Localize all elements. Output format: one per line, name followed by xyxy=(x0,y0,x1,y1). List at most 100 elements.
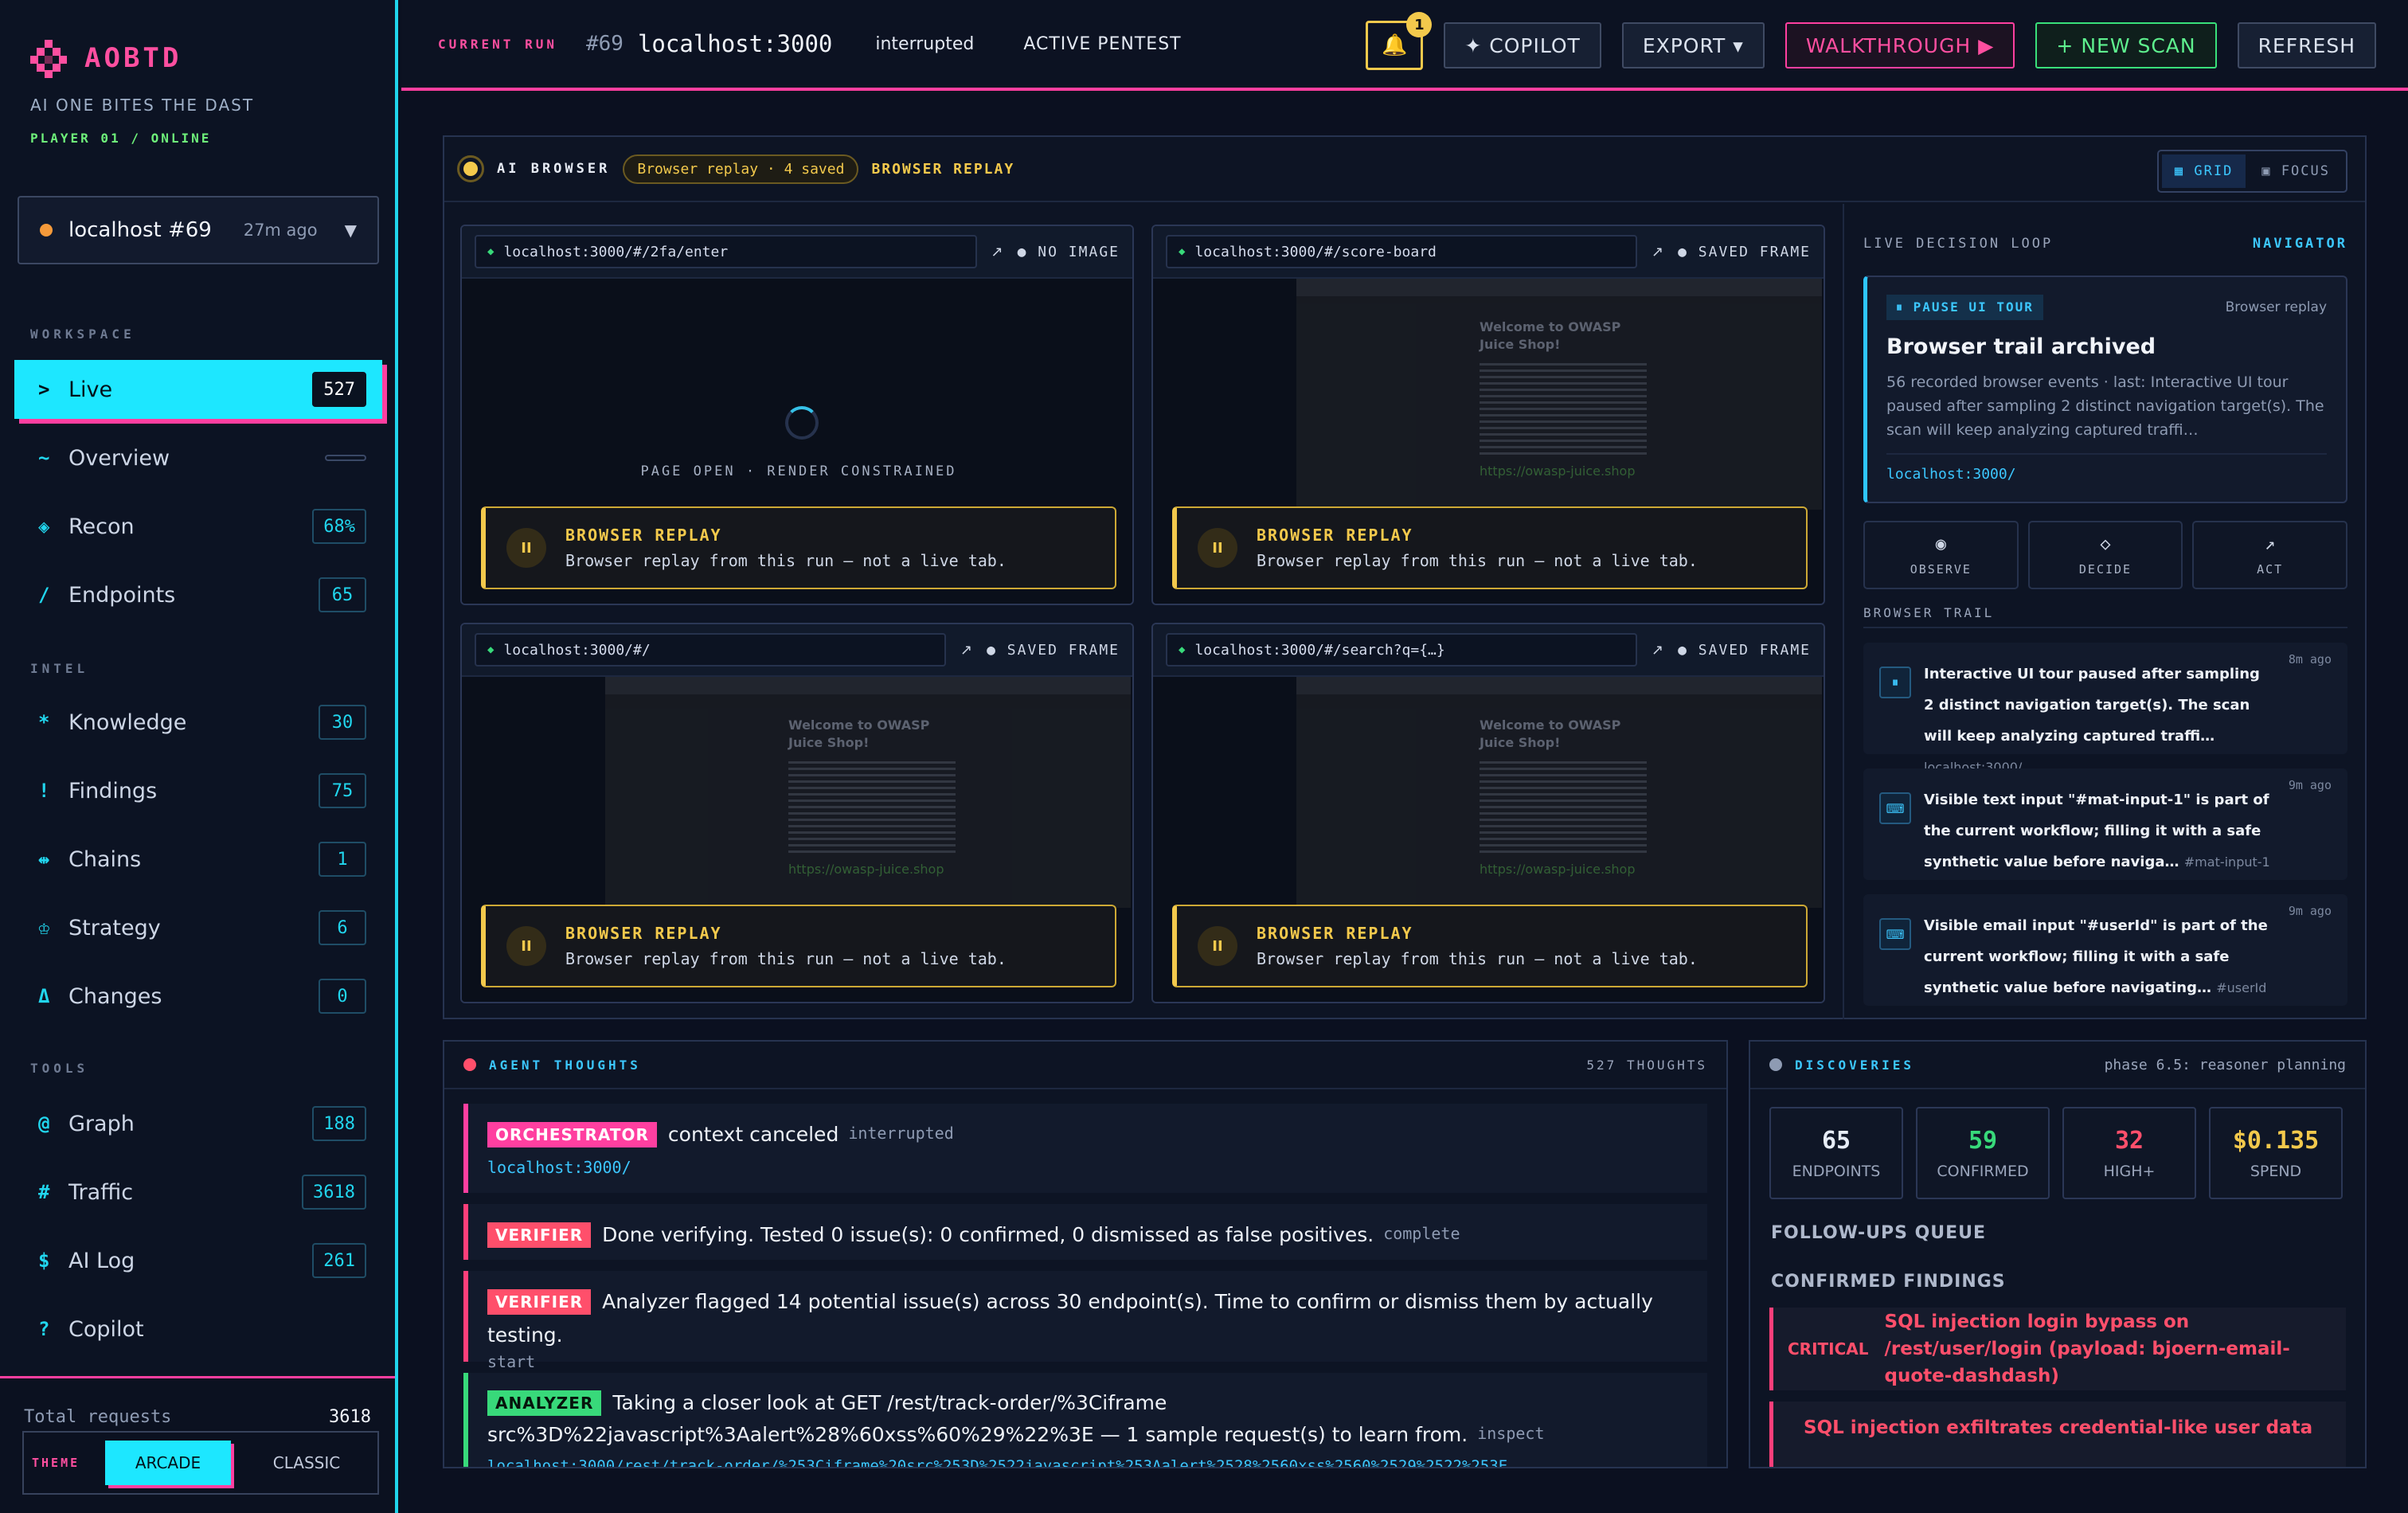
open-external-icon[interactable]: ↗ xyxy=(1652,244,1663,260)
brand: AOBTD AI ONE BITES THE DAST PLAYER 01 / … xyxy=(30,40,381,146)
logo-icon xyxy=(30,40,67,78)
url-text: localhost:3000/#/2fa/enter xyxy=(503,243,729,260)
sidebar-item-overview[interactable]: ~ Overview xyxy=(14,428,382,487)
decide-step[interactable]: ◇ DECIDE xyxy=(2027,521,2183,589)
followups-heading: FOLLOW-UPS QUEUE xyxy=(1771,1223,1987,1243)
thought-link[interactable]: localhost:3000/ xyxy=(487,1158,1690,1177)
refresh-button[interactable]: REFRESH xyxy=(2237,22,2376,68)
sidebar-item-findings[interactable]: ! Findings 75 xyxy=(14,761,382,820)
stat-confirmed[interactable]: 59 CONFIRMED xyxy=(1916,1107,2050,1199)
card-heading: Browser trail archived xyxy=(1886,334,2156,359)
browser-frames: ◆ localhost:3000/#/2fa/enter ↗ ● NO IMAGE… xyxy=(460,225,1825,1003)
secure-dot-icon: ◆ xyxy=(487,245,494,258)
count-badge: 65 xyxy=(319,577,366,612)
copilot-button[interactable]: ✦ COPILOT xyxy=(1444,22,1601,68)
trail-text: Visible text input "#mat-input-1" is par… xyxy=(1924,784,2328,878)
theme-arcade-button[interactable]: ARCADE xyxy=(105,1441,231,1485)
thought-item[interactable]: ORCHESTRATOR context canceled interrupted … xyxy=(463,1104,1707,1193)
replay-title: BROWSER REPLAY xyxy=(565,924,722,943)
grid-view-button[interactable]: ▦ GRID xyxy=(2161,154,2246,188)
finding-title: SQL injection exfiltrates credential-lik… xyxy=(1804,1417,2313,1438)
screenshot-link: https://owasp-juice.shop xyxy=(1480,463,1636,479)
sidebar-item-recon[interactable]: ◈ Recon 68% xyxy=(14,497,382,556)
browser-header: AI BROWSER Browser replay · 4 saved BROW… xyxy=(444,137,2365,202)
replay-title: BROWSER REPLAY xyxy=(1257,526,1413,545)
discoveries-title: DISCOVERIES xyxy=(1795,1057,1914,1073)
browser-frame[interactable]: ◆ localhost:3000/#/search?q={…} ↗ ● SAVED… xyxy=(1151,623,1825,1003)
ooda-steps: ◉ OBSERVE ◇ DECIDE ↗ ACT xyxy=(1863,521,2348,589)
thought-link[interactable]: localhost:3000/rest/track-order/%253Cifr… xyxy=(487,1457,1690,1467)
replay-text: Browser replay from this run — not a liv… xyxy=(565,949,1007,968)
sidebar-item-live[interactable]: > Live 527 xyxy=(14,360,382,419)
sidebar-item-traffic[interactable]: # Traffic 3618 xyxy=(14,1163,382,1222)
sidebar-item-label: Changes xyxy=(68,983,162,1009)
loop-role: NAVIGATOR xyxy=(2252,236,2347,252)
step-label: OBSERVE xyxy=(1910,561,1972,577)
notifications-button[interactable]: 🔔 1 xyxy=(1366,12,1433,70)
sidebar-item-label: Findings xyxy=(68,778,158,803)
sidebar-item-label: Knowledge xyxy=(68,710,187,735)
sidebar-item-endpoints[interactable]: / Endpoints 65 xyxy=(14,565,382,624)
browser-frame[interactable]: ◆ localhost:3000/#/ ↗ ● SAVED FRAME Welco… xyxy=(460,623,1134,1003)
trail-item[interactable]: ⌨ 9m ago Visible text input "#mat-input-… xyxy=(1863,768,2347,880)
url-text: localhost:3000/#/score-board xyxy=(1194,243,1437,260)
thought-item[interactable]: VERIFIER Done verifying. Tested 0 issue(s… xyxy=(463,1204,1707,1260)
open-external-icon[interactable]: ↗ xyxy=(1652,642,1663,659)
status-indicator-icon xyxy=(457,155,484,182)
replay-mode-label: BROWSER REPLAY xyxy=(871,160,1015,178)
section-intel: INTEL xyxy=(30,661,89,676)
sidebar-item-changes[interactable]: Δ Changes 0 xyxy=(14,967,382,1026)
pause-icon: II xyxy=(1198,926,1237,966)
frame-url: ◆ localhost:3000/#/ xyxy=(475,633,947,667)
diamond-icon: ◇ xyxy=(2100,534,2111,554)
pause-tag: ⏸ PAUSE UI TOUR xyxy=(1886,295,2043,320)
sidebar-item-label: Traffic xyxy=(68,1179,134,1205)
chevron-down-icon: ▼ xyxy=(344,221,357,240)
open-external-icon[interactable]: ↗ xyxy=(960,642,972,659)
sidebar-item-knowledge[interactable]: * Knowledge 30 xyxy=(14,693,382,752)
question-icon: ? xyxy=(38,1318,50,1340)
export-button[interactable]: EXPORT ▾ xyxy=(1621,22,1765,68)
prompt-icon: > xyxy=(38,378,50,401)
sidebar-item-label: Strategy xyxy=(68,915,161,940)
trail-time: 9m ago xyxy=(2288,904,2332,918)
replay-notice: II BROWSER REPLAY Browser replay from thi… xyxy=(1172,506,1808,589)
theme-classic-button[interactable]: CLASSIC xyxy=(244,1441,369,1485)
stat-spend[interactable]: $0.135 SPEND xyxy=(2209,1107,2343,1199)
stat-endpoints[interactable]: 65 ENDPOINTS xyxy=(1769,1107,1903,1199)
thought-item[interactable]: VERIFIER Analyzer flagged 14 potential is… xyxy=(463,1271,1707,1371)
section-tools: TOOLS xyxy=(30,1061,89,1076)
sidebar-item-copilot[interactable]: ? Copilot xyxy=(14,1300,382,1359)
finding-item[interactable]: SQL injection exfiltrates credential-lik… xyxy=(1769,1402,2346,1467)
open-external-icon[interactable]: ↗ xyxy=(991,244,1003,260)
observe-step[interactable]: ◉ OBSERVE xyxy=(1863,521,2019,589)
trail-text: Interactive UI tour paused after samplin… xyxy=(1924,659,2328,783)
act-step[interactable]: ↗ ACT xyxy=(2192,521,2348,589)
trail-item[interactable]: ⏸ 8m ago Interactive UI tour paused afte… xyxy=(1863,643,2347,775)
secure-dot-icon: ◆ xyxy=(1179,245,1186,258)
thought-phase: interrupted xyxy=(848,1123,954,1143)
walkthrough-button[interactable]: WALKTHROUGH ▶ xyxy=(1784,22,2015,68)
browser-frame[interactable]: ◆ localhost:3000/#/score-board ↗ ● SAVED … xyxy=(1151,225,1825,605)
trail-ref: #userId xyxy=(2216,980,2267,995)
sidebar-item-strategy[interactable]: ♔ Strategy 6 xyxy=(14,898,382,957)
hash-icon: # xyxy=(38,1181,50,1203)
target-selector[interactable]: localhost #69 27m ago ▼ xyxy=(18,196,379,264)
new-scan-button[interactable]: + NEW SCAN xyxy=(2035,22,2217,68)
stat-value: 59 xyxy=(1968,1126,1998,1155)
stat-high[interactable]: 32 HIGH+ xyxy=(2062,1107,2196,1199)
sidebar-item-ai-log[interactable]: $ AI Log 261 xyxy=(14,1231,382,1290)
focus-view-button[interactable]: ▣ FOCUS xyxy=(2249,154,2343,188)
thought-item[interactable]: ANALYZER Taking a closer look at GET /res… xyxy=(463,1373,1707,1467)
trail-item[interactable]: ⌨ 9m ago Visible email input "#userId" i… xyxy=(1863,894,2347,1006)
browser-frame[interactable]: ◆ localhost:3000/#/2fa/enter ↗ ● NO IMAGE… xyxy=(460,225,1134,605)
page-screenshot: Welcome to OWASP Juice Shop! https://owa… xyxy=(1296,677,1822,908)
card-url[interactable]: localhost:3000/ xyxy=(1886,453,2327,483)
agent-badge: ANALYZER xyxy=(487,1390,602,1416)
sidebar-item-chains[interactable]: ⇹ Chains 1 xyxy=(14,830,382,889)
screenshot-title: Welcome to OWASP Juice Shop! xyxy=(788,717,930,750)
run-number: #69 xyxy=(585,32,624,56)
sidebar-item-graph[interactable]: @ Graph 188 xyxy=(14,1094,382,1153)
stat-label: ENDPOINTS xyxy=(1792,1162,1881,1180)
finding-item[interactable]: CRITICAL SQL injection login bypass on /… xyxy=(1769,1308,2346,1390)
